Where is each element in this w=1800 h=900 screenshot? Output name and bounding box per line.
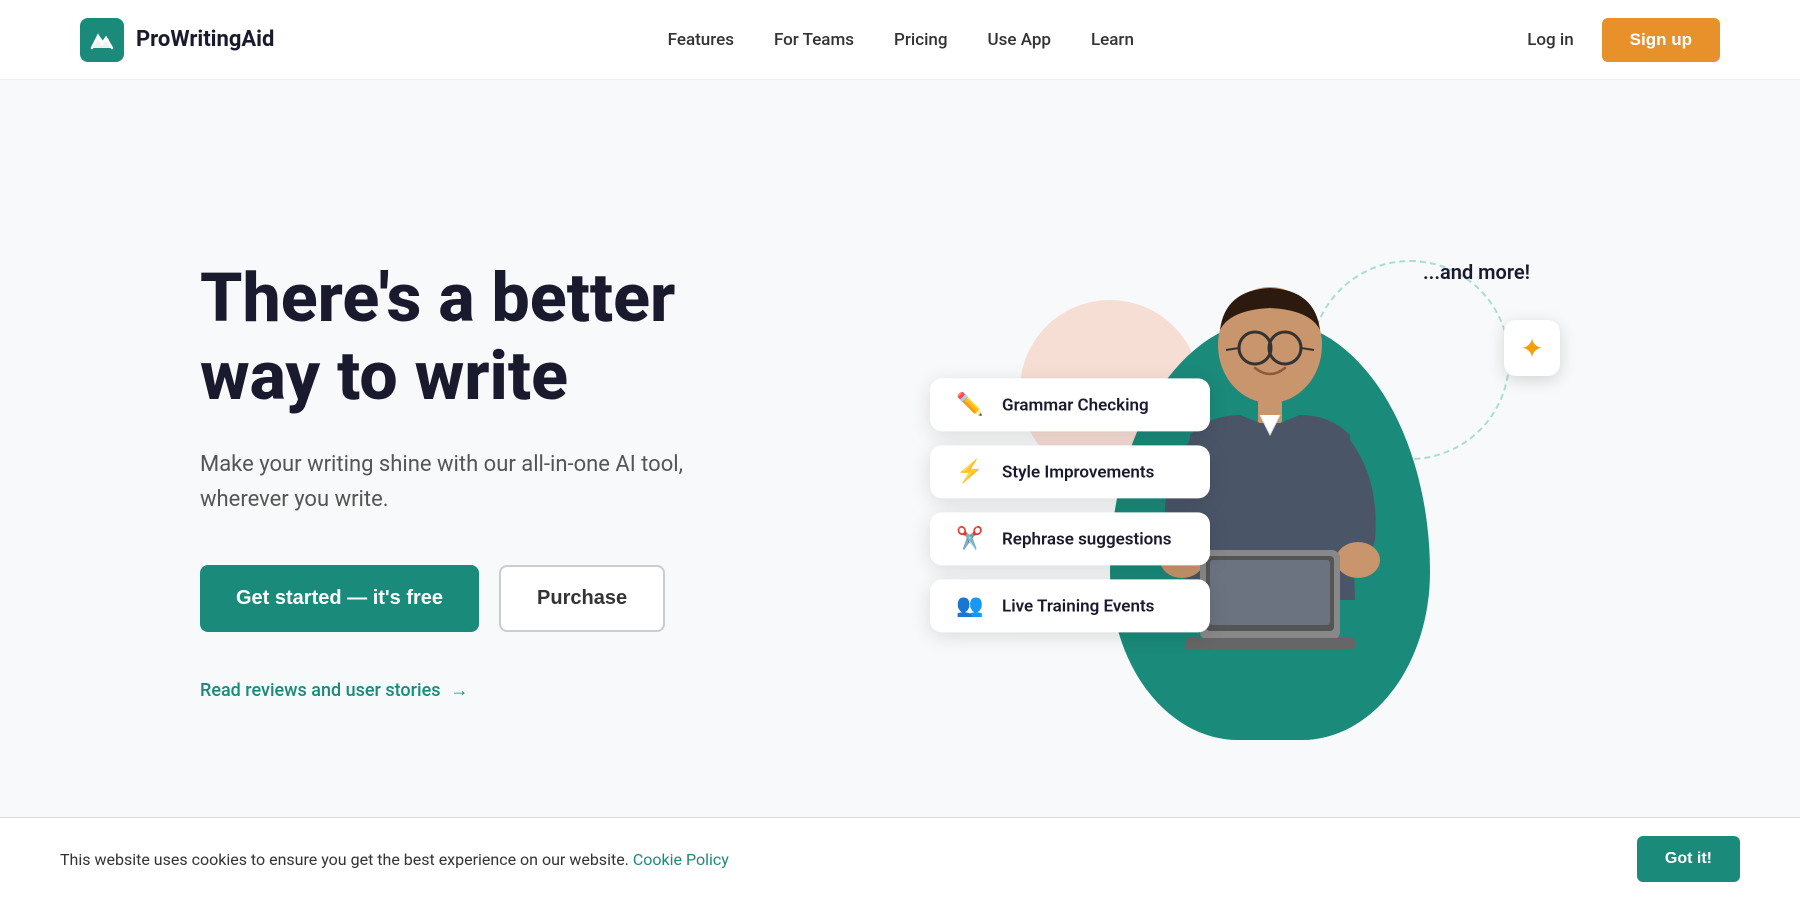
login-link[interactable]: Log in xyxy=(1527,30,1573,50)
nav-features[interactable]: Features xyxy=(668,30,734,50)
sparkle-badge: ✦ xyxy=(1504,320,1560,376)
brand-name: ProWritingAid xyxy=(136,27,274,52)
training-icon: 👥 xyxy=(952,593,988,618)
style-icon: ⚡ xyxy=(952,459,988,484)
hero-right: ✏️ Grammar Checking ⚡ Style Improvements… xyxy=(860,190,1680,770)
nav-right: Log in Sign up xyxy=(1527,18,1720,62)
rephrase-icon: ✂️ xyxy=(952,526,988,551)
got-it-button[interactable]: Got it! xyxy=(1637,836,1740,882)
nav-for-teams[interactable]: For Teams xyxy=(774,30,854,50)
brand-logo[interactable]: ProWritingAid xyxy=(80,18,274,62)
person-container: ✏️ Grammar Checking ⚡ Style Improvements… xyxy=(990,200,1550,760)
feature-card-rephrase: ✂️ Rephrase suggestions xyxy=(930,512,1210,565)
feature-card-training: 👥 Live Training Events xyxy=(930,579,1210,632)
hero-buttons: Get started — it's free Purchase xyxy=(200,565,860,632)
cookie-banner: This website uses cookies to ensure you … xyxy=(0,817,1800,900)
feature-card-grammar: ✏️ Grammar Checking xyxy=(930,378,1210,431)
cookie-policy-link[interactable]: Cookie Policy xyxy=(633,850,729,869)
grammar-label: Grammar Checking xyxy=(1002,395,1149,415)
arrow-icon: → xyxy=(450,680,468,701)
reviews-link[interactable]: Read reviews and user stories → xyxy=(200,680,860,701)
cookie-text: This website uses cookies to ensure you … xyxy=(60,850,729,869)
feature-cards: ✏️ Grammar Checking ⚡ Style Improvements… xyxy=(930,378,1210,632)
hero-section: There's a better way to write Make your … xyxy=(0,80,1800,860)
nav-links: Features For Teams Pricing Use App Learn xyxy=(668,30,1134,50)
rephrase-label: Rephrase suggestions xyxy=(1002,529,1172,549)
and-more-label: ...and more! xyxy=(1423,260,1530,284)
grammar-icon: ✏️ xyxy=(952,392,988,417)
nav-learn[interactable]: Learn xyxy=(1091,30,1134,50)
hero-left: There's a better way to write Make your … xyxy=(200,259,860,702)
purchase-button[interactable]: Purchase xyxy=(499,565,665,632)
training-label: Live Training Events xyxy=(1002,596,1154,616)
feature-card-style: ⚡ Style Improvements xyxy=(930,445,1210,498)
hero-subtitle: Make your writing shine with our all-in-… xyxy=(200,447,720,517)
hero-title: There's a better way to write xyxy=(200,259,860,415)
logo-icon xyxy=(80,18,124,62)
signup-button[interactable]: Sign up xyxy=(1602,18,1720,62)
sparkle-icon: ✦ xyxy=(1520,332,1543,365)
nav-pricing[interactable]: Pricing xyxy=(894,30,948,50)
navbar: ProWritingAid Features For Teams Pricing… xyxy=(0,0,1800,80)
nav-use-app[interactable]: Use App xyxy=(988,30,1051,50)
get-started-button[interactable]: Get started — it's free xyxy=(200,565,479,632)
style-label: Style Improvements xyxy=(1002,462,1154,482)
